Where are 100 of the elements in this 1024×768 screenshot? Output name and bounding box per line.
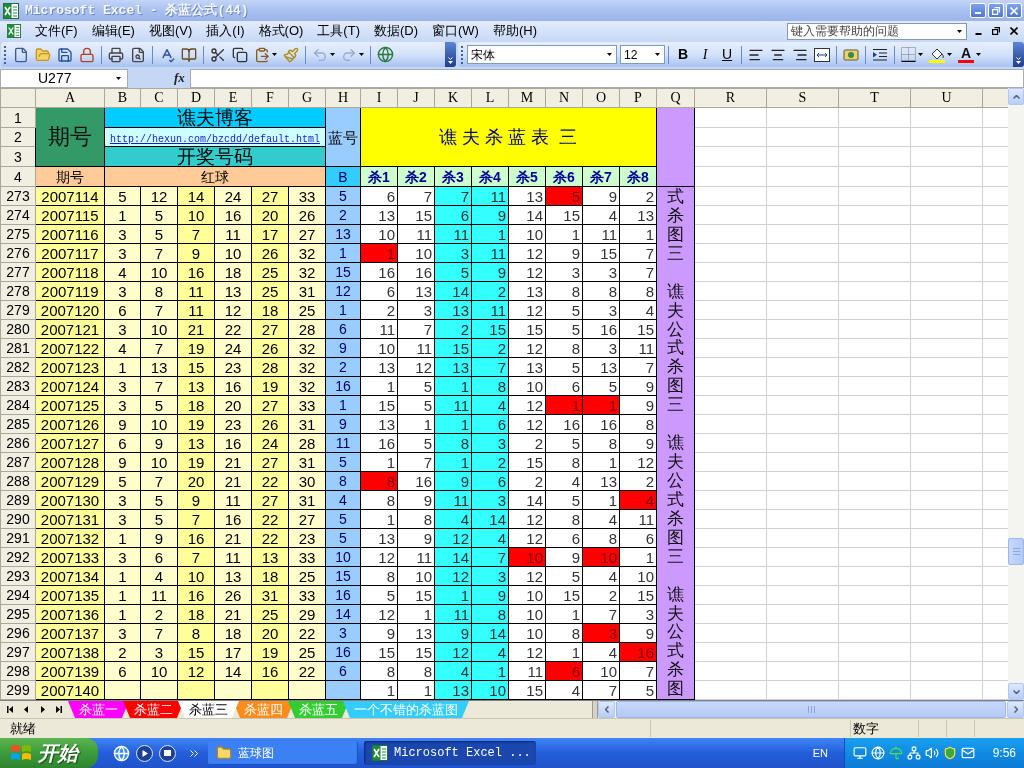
name-box[interactable]: U277 — [0, 68, 128, 88]
column-header: H — [325, 88, 361, 108]
quick-launch-button[interactable] — [135, 744, 153, 762]
scroll-thumb[interactable] — [1008, 538, 1024, 565]
menu-item[interactable]: 格式(O) — [251, 22, 311, 40]
font-color-button[interactable]: A — [955, 43, 984, 66]
copy-icon — [232, 46, 248, 63]
tab-split-handle[interactable] — [592, 701, 598, 718]
scroll-up-button[interactable] — [1008, 88, 1024, 105]
sheet-tab[interactable]: 杀蓝三 — [178, 701, 239, 718]
spreadsheet-icon — [372, 745, 388, 761]
scissors-icon — [210, 46, 226, 63]
row-header: 1 — [0, 107, 36, 128]
skip-right-icon — [54, 705, 62, 713]
font-color-glyph: A — [960, 46, 972, 60]
arrow-up-icon — [1012, 94, 1020, 99]
menu-item[interactable]: 编辑(E) — [84, 22, 142, 40]
lock-icon — [79, 46, 95, 63]
column-header: R — [694, 88, 767, 108]
column-header: D — [177, 88, 215, 108]
language-indicator[interactable]: EN — [812, 744, 828, 762]
indent-icon — [872, 47, 888, 62]
table-cell: 期号 — [35, 107, 105, 167]
book-icon — [181, 46, 197, 63]
italic-button[interactable]: I — [694, 43, 716, 66]
column-header: C — [140, 88, 178, 108]
table-cell: 谯 夫 杀 蓝 表 三 — [360, 107, 657, 167]
column-header: E — [214, 88, 252, 108]
envelope-icon — [961, 746, 975, 760]
column-header: U — [910, 88, 983, 108]
minimize-icon — [974, 33, 982, 35]
table-cell: 蓝号 — [325, 107, 361, 167]
scroll-left-button[interactable] — [598, 701, 615, 718]
row-header: 4 — [0, 166, 36, 187]
dropdown-arrow-icon — [607, 53, 612, 56]
scroll-right-button[interactable] — [1007, 701, 1024, 718]
chevron-icon — [190, 749, 198, 757]
column-header: F — [251, 88, 289, 108]
menu-item[interactable]: 窗口(W) — [425, 22, 486, 40]
insert-function-button[interactable]: fx — [174, 68, 185, 88]
blog-link[interactable]: http://hexun.com/bzcdd/default.html — [109, 134, 320, 145]
column-header: T — [838, 88, 911, 108]
menu-item[interactable]: 数据(D) — [366, 22, 425, 40]
taskbar-button[interactable]: 蓝球图 — [208, 741, 358, 765]
toolbar-grip-handle[interactable] — [461, 45, 464, 64]
close-icon — [1010, 27, 1018, 35]
formula-field[interactable] — [189, 68, 1024, 88]
globe-icon — [871, 746, 885, 760]
square-circle-icon — [158, 744, 176, 762]
row-header: 3 — [0, 146, 36, 167]
dropdown-arrow-icon — [655, 53, 660, 56]
folder-icon — [216, 745, 232, 761]
vertical-label: 式杀图三 — [666, 187, 685, 263]
help-question-box[interactable]: 键入需要帮助的问题 — [787, 22, 967, 40]
arrow-left-icon — [604, 706, 609, 713]
restore-button[interactable] — [989, 24, 1003, 38]
skip-left-icon — [6, 705, 14, 713]
arrow-down-icon — [1012, 689, 1020, 694]
vertical-label: 谯夫公式杀图三 — [666, 281, 685, 415]
column-header: G — [288, 88, 326, 108]
menu-item[interactable]: 文件(F) — [28, 22, 85, 40]
globe-icon — [377, 46, 394, 63]
menu-item[interactable]: 视图(V) — [141, 22, 200, 40]
paint-bucket-icon — [929, 46, 945, 63]
triangle-left-icon — [22, 705, 30, 713]
underline-button[interactable]: U — [716, 43, 738, 66]
quick-launch-button[interactable] — [158, 744, 176, 762]
grip-lines-icon — [1012, 548, 1020, 555]
file-icon — [13, 46, 29, 63]
scroll-down-button[interactable] — [1008, 683, 1024, 700]
font-size-dropdown[interactable]: 12 — [620, 45, 665, 64]
spreadsheet-icon — [7, 24, 21, 38]
clock: 9:56 — [992, 745, 1016, 762]
dropdown-arrow-icon — [330, 53, 335, 56]
bold-button[interactable]: B — [672, 43, 694, 66]
column-header: K — [434, 88, 472, 108]
font-name-dropdown[interactable]: 宋体 — [467, 45, 617, 64]
menu-item[interactable]: 工具(T) — [310, 22, 367, 40]
umbrella-icon — [889, 746, 903, 760]
clipboard-icon — [254, 46, 270, 63]
globe-icon — [112, 744, 130, 762]
triangle-right-icon — [38, 705, 46, 713]
column-header: M — [508, 88, 546, 108]
dropdown-arrow-icon — [918, 53, 923, 56]
toolbar-options-button[interactable] — [445, 42, 456, 67]
toolbar-options-button[interactable] — [1013, 42, 1024, 67]
dropdown-arrow-icon — [957, 29, 962, 33]
toolbar-grip-handle[interactable] — [4, 45, 7, 64]
vertical-scrollbar[interactable] — [1008, 88, 1024, 700]
menu-item[interactable]: 插入(I) — [199, 22, 252, 40]
start-button[interactable]: 开始 — [0, 738, 98, 768]
dropdown-arrow-icon — [116, 76, 121, 80]
grip-lines-icon — [807, 706, 815, 713]
close-button[interactable] — [1007, 24, 1021, 38]
color-swatch-icon — [958, 60, 974, 63]
arrow-right-icon — [1013, 706, 1018, 713]
column-header: I — [360, 88, 398, 108]
menu-item[interactable]: 帮助(H) — [485, 22, 544, 40]
taskbar-button[interactable]: Microsoft Excel ... — [364, 741, 536, 765]
restore-icon — [992, 6, 1000, 15]
